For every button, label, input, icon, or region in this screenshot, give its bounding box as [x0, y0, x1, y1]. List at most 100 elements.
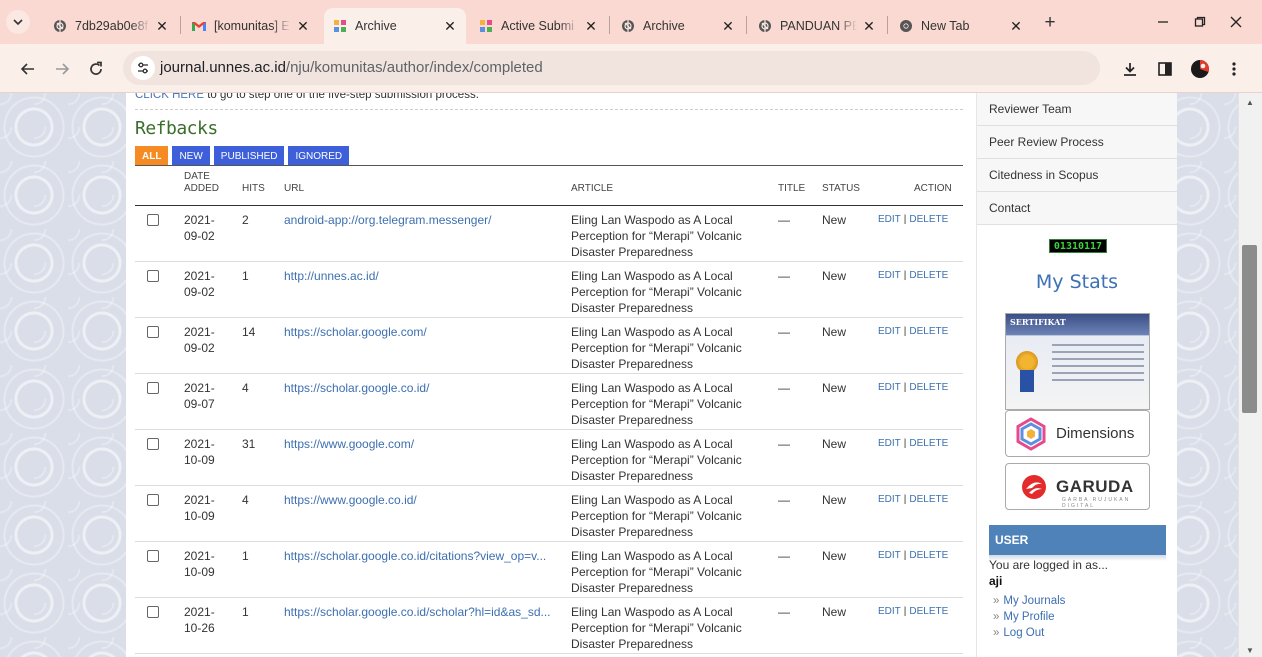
delete-link[interactable]: DELETE [909, 270, 948, 281]
divider [135, 109, 963, 110]
my-profile-link[interactable]: » My Profile [993, 609, 1065, 625]
delete-link[interactable]: DELETE [909, 326, 948, 337]
minimize-button[interactable] [1153, 12, 1173, 32]
edit-link[interactable]: EDIT [878, 326, 901, 337]
site-info-button[interactable] [131, 56, 155, 80]
browser-tab[interactable]: Active Submi ✕ [470, 8, 607, 44]
delete-link[interactable]: DELETE [909, 606, 948, 617]
date-added: 2021- 10-09 [184, 492, 228, 524]
row-checkbox[interactable] [147, 382, 159, 394]
profile-avatar[interactable] [1189, 58, 1211, 80]
refback-title: — [778, 605, 790, 619]
side-panel-button[interactable] [1154, 58, 1176, 80]
edit-link[interactable]: EDIT [878, 606, 901, 617]
date-part: 10-09 [184, 509, 215, 523]
close-tab-icon[interactable]: ✕ [1008, 18, 1024, 34]
delete-link[interactable]: DELETE [909, 550, 948, 561]
sidebar-link-peer-review[interactable]: Peer Review Process [977, 126, 1177, 159]
ojs-icon [478, 18, 494, 34]
refback-url-link[interactable]: http://unnes.ac.id/ [284, 268, 379, 284]
refback-url-link[interactable]: https://scholar.google.com/ [284, 324, 427, 340]
my-stats-heading[interactable]: My Stats [977, 271, 1177, 293]
filter-tab-new[interactable]: NEW [172, 146, 210, 166]
row-checkbox[interactable] [147, 438, 159, 450]
my-journals-label: My Journals [1003, 595, 1066, 607]
page-scrollbar[interactable]: ▲ ▼ [1238, 93, 1262, 657]
downloads-button[interactable] [1119, 58, 1141, 80]
refback-title: — [778, 213, 790, 227]
browser-tab[interactable]: PANDUAN PE ✕ [749, 8, 885, 44]
certificate-image[interactable]: SERTIFIKAT [1005, 313, 1150, 410]
delete-link[interactable]: DELETE [909, 438, 948, 449]
delete-link[interactable]: DELETE [909, 214, 948, 225]
column-hits: HITS [242, 183, 265, 194]
sidebar-link-reviewer-team[interactable]: Reviewer Team [977, 93, 1177, 126]
filter-tab-all[interactable]: ALL [135, 146, 169, 166]
hits-count: 1 [242, 605, 249, 619]
table-row: 2021- 10-09 1 https://scholar.google.co.id/… [135, 542, 963, 598]
browser-tab[interactable]: New Tab ✕ [890, 8, 1032, 44]
edit-link[interactable]: EDIT [878, 214, 901, 225]
row-checkbox[interactable] [147, 494, 159, 506]
dimensions-logo-icon [1016, 416, 1046, 451]
table-row: 2021- 09-02 1 http://unnes.ac.id/Eling Lan … [135, 262, 963, 318]
edit-link[interactable]: EDIT [878, 382, 901, 393]
main-content: CLICK HERE to go to step one of the five… [126, 93, 976, 657]
refback-url-link[interactable]: https://scholar.google.co.id/ [284, 380, 429, 396]
browser-tab[interactable]: Archive ✕ [612, 8, 744, 44]
close-tab-icon[interactable]: ✕ [154, 18, 170, 34]
sidebar-link-contact[interactable]: Contact [977, 192, 1177, 225]
close-tab-icon[interactable]: ✕ [861, 18, 877, 34]
browser-menu-button[interactable] [1223, 58, 1245, 80]
ribbon-icon [1020, 370, 1034, 392]
dimensions-label: Dimensions [1056, 425, 1135, 442]
filter-tab-ignored[interactable]: IGNORED [288, 146, 350, 166]
close-tab-icon[interactable]: ✕ [583, 18, 599, 34]
row-checkbox[interactable] [147, 550, 159, 562]
address-bar[interactable]: journal.unnes.ac.id/nju/komunitas/author… [123, 51, 1207, 85]
browser-tab[interactable]: 7db29ab0e8f ✕ [44, 8, 178, 44]
edit-link[interactable]: EDIT [878, 270, 901, 281]
delete-link[interactable]: DELETE [909, 494, 948, 505]
my-journals-link[interactable]: » My Journals [993, 593, 1065, 609]
new-tab-button[interactable]: + [1040, 12, 1060, 33]
refback-url-link[interactable]: android-app://org.telegram.messenger/ [284, 212, 491, 228]
close-window-button[interactable] [1226, 12, 1246, 32]
edit-link[interactable]: EDIT [878, 494, 901, 505]
back-button[interactable] [17, 58, 39, 80]
reload-button[interactable] [85, 58, 107, 80]
dimensions-badge[interactable]: Dimensions [1005, 410, 1150, 457]
close-tab-icon[interactable]: ✕ [720, 18, 736, 34]
forward-button[interactable] [51, 58, 73, 80]
row-checkbox[interactable] [147, 326, 159, 338]
row-checkbox[interactable] [147, 606, 159, 618]
row-checkbox[interactable] [147, 270, 159, 282]
refback-url-link[interactable]: https://www.google.co.id/ [284, 492, 417, 508]
sidebar-link-citedness[interactable]: Citedness in Scopus [977, 159, 1177, 192]
browser-tab[interactable]: [komunitas] E ✕ [183, 8, 319, 44]
visitor-counter[interactable]: 01310117 [1049, 239, 1107, 253]
refback-url-link[interactable]: https://www.google.com/ [284, 436, 414, 452]
close-tab-icon[interactable]: ✕ [295, 18, 311, 34]
submission-help-text: CLICK HERE to go to step one of the five… [135, 93, 479, 101]
restore-button[interactable] [1190, 12, 1210, 32]
date-part: 10-26 [184, 621, 215, 635]
row-checkbox[interactable] [147, 214, 159, 226]
browser-tab[interactable]: Archive ✕ [324, 8, 466, 44]
scroll-up-arrow[interactable]: ▲ [1245, 97, 1255, 107]
log-out-link[interactable]: » Log Out [993, 625, 1065, 641]
close-tab-icon[interactable]: ✕ [442, 18, 458, 34]
edit-link[interactable]: EDIT [878, 438, 901, 449]
edit-link[interactable]: EDIT [878, 550, 901, 561]
garuda-badge[interactable]: GARUDA GARBA RUJUKAN DIGITAL [1005, 463, 1150, 510]
scroll-thumb[interactable] [1242, 245, 1257, 413]
browser-toolbar: journal.unnes.ac.id/nju/komunitas/author… [0, 44, 1262, 93]
scroll-down-arrow[interactable]: ▼ [1245, 645, 1255, 655]
refback-url-link[interactable]: https://scholar.google.co.id/citations?v… [284, 548, 546, 564]
click-here-link[interactable]: CLICK HERE [135, 93, 204, 101]
tune-icon [138, 62, 148, 74]
filter-tab-published[interactable]: PUBLISHED [213, 146, 285, 166]
delete-link[interactable]: DELETE [909, 382, 948, 393]
refback-url-link[interactable]: https://scholar.google.co.id/scholar?hl=… [284, 604, 551, 620]
tab-search-button[interactable] [6, 10, 30, 34]
